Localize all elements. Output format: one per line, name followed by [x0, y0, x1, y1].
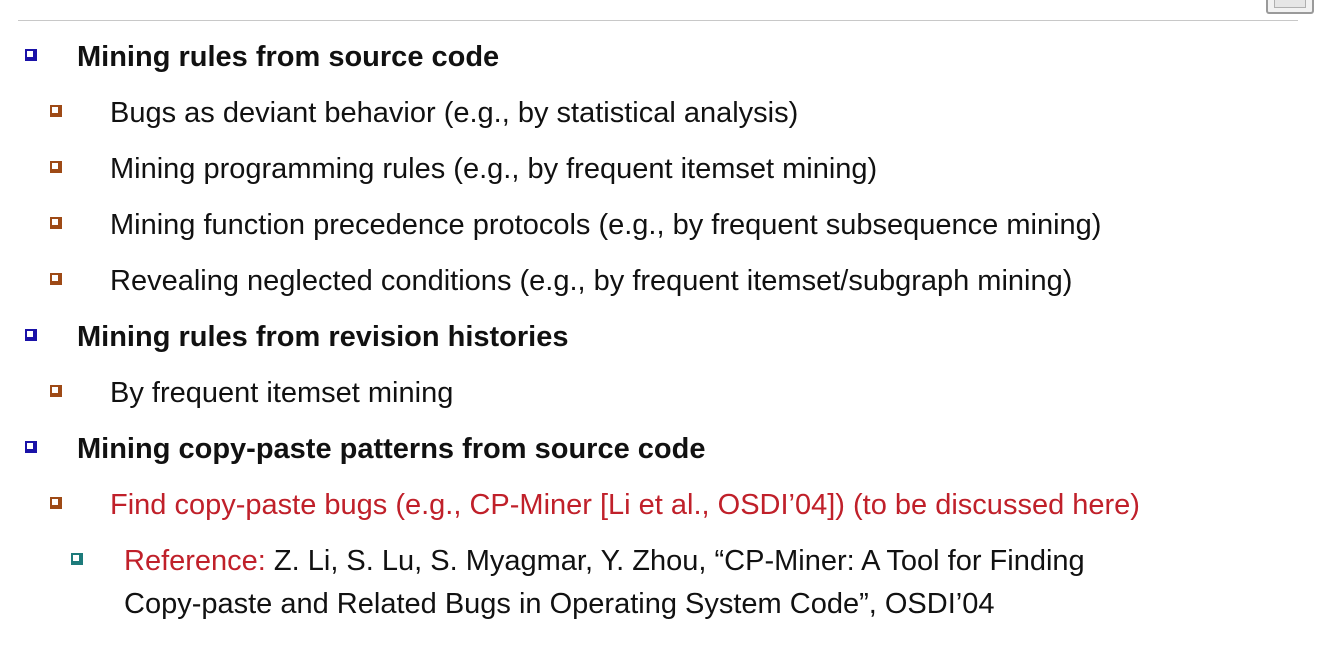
square-bullet-icon — [25, 441, 37, 453]
bullet-item-copy-paste-patterns: Mining copy-paste patterns from source c… — [25, 431, 706, 467]
square-bullet-icon — [25, 49, 37, 61]
square-bullet-icon — [50, 497, 62, 509]
square-bullet-icon — [50, 217, 62, 229]
bullet-item-reference: Reference: Z. Li, S. Lu, S. Myagmar, Y. … — [71, 543, 1085, 579]
window-control[interactable] — [1266, 0, 1314, 14]
bullet-text: By frequent itemset mining — [110, 377, 454, 409]
reference-continuation: Copy-paste and Related Bugs in Operating… — [124, 586, 994, 622]
bullet-item-deviant-behavior: Bugs as deviant behavior (e.g., by stati… — [50, 95, 799, 131]
top-divider — [18, 20, 1298, 21]
bullet-text: Revealing neglected conditions (e.g., by… — [110, 265, 1073, 297]
bullet-text: Mining copy-paste patterns from source c… — [77, 433, 706, 465]
bullet-text: Bugs as deviant behavior (e.g., by stati… — [110, 97, 799, 129]
bullet-text: Mining function precedence protocols (e.… — [110, 209, 1102, 241]
square-bullet-icon — [50, 273, 62, 285]
reference-line1: Z. Li, S. Lu, S. Myagmar, Y. Zhou, “CP-M… — [265, 545, 1085, 577]
square-bullet-icon — [50, 385, 62, 397]
bullet-item-neglected-conditions: Revealing neglected conditions (e.g., by… — [50, 263, 1073, 299]
bullet-item-revision-histories: Mining rules from revision histories — [25, 319, 569, 355]
reference-label: Reference: — [124, 545, 266, 577]
bullet-text: Mining programming rules (e.g., by frequ… — [110, 153, 878, 185]
bullet-text: Mining rules from source code — [77, 41, 500, 73]
bullet-item-frequent-itemset: By frequent itemset mining — [50, 375, 454, 411]
bullet-item-mining-source-code: Mining rules from source code — [25, 39, 500, 75]
square-bullet-icon — [50, 105, 62, 117]
bullet-item-precedence-protocols: Mining function precedence protocols (e.… — [50, 207, 1102, 243]
bullet-text: Mining rules from revision histories — [77, 321, 569, 353]
bullet-item-copy-paste-bugs: Find copy-paste bugs (e.g., CP-Miner [Li… — [50, 487, 1140, 523]
bullet-item-programming-rules: Mining programming rules (e.g., by frequ… — [50, 151, 878, 187]
bullet-text: Find copy-paste bugs (e.g., CP-Miner [Li… — [110, 489, 1140, 521]
reference-line2: Copy-paste and Related Bugs in Operating… — [124, 588, 995, 620]
window-control-inner — [1274, 0, 1306, 8]
square-bullet-icon — [50, 161, 62, 173]
square-bullet-icon — [71, 553, 83, 565]
square-bullet-icon — [25, 329, 37, 341]
